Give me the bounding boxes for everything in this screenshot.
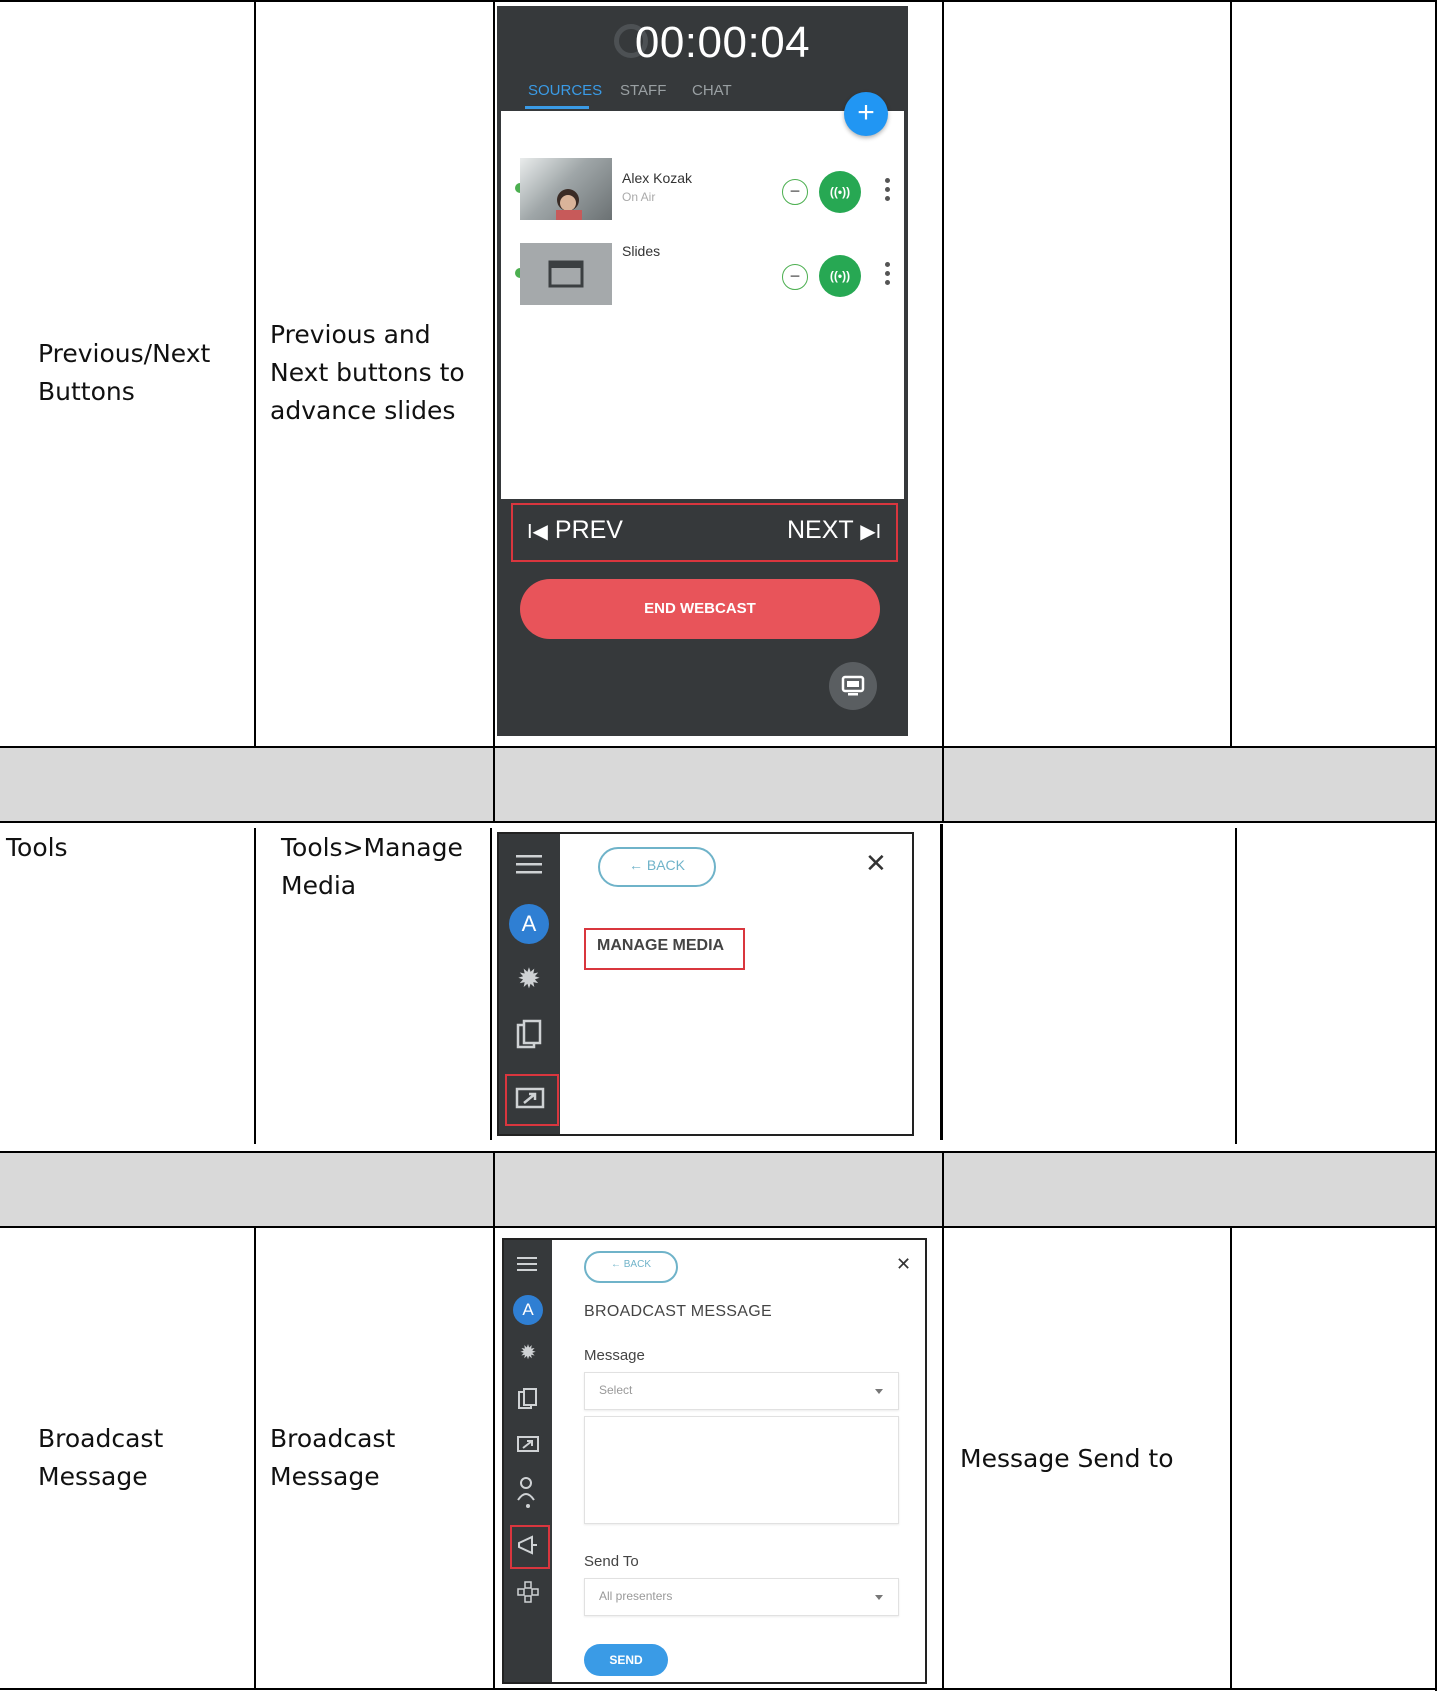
col-line (493, 1226, 495, 1690)
col-line (940, 824, 943, 1140)
col-line (493, 0, 495, 747)
webcast-timer: 00:00:04 (634, 18, 811, 67)
more-options-icon[interactable] (885, 262, 891, 289)
menu-icon[interactable] (516, 1255, 540, 1273)
row3-send-to: Message Send to (960, 1444, 1174, 1473)
next-label: NEXT (787, 516, 854, 544)
camera-thumbnail (520, 158, 612, 220)
tools-sidebar: A ✹ (499, 834, 560, 1134)
tab-sources[interactable]: SOURCES (528, 82, 602, 99)
message-select-placeholder: Select (599, 1383, 633, 1397)
source-name: Alex Kozak (622, 170, 693, 186)
next-icon: ▶I (860, 521, 882, 543)
col-line (493, 1152, 495, 1228)
row-line (0, 1226, 1437, 1228)
layout-icon[interactable] (516, 1580, 540, 1604)
remove-source-button[interactable]: − (782, 264, 808, 290)
screen-share-button[interactable] (829, 662, 877, 710)
message-label: Message (584, 1347, 645, 1364)
end-webcast-button[interactable]: END WEBCAST (520, 579, 880, 639)
broadcast-message-screenshot: A ✹ ← BACK ✕ BROADCAST MESSAGE Message S… (502, 1238, 927, 1684)
col-line (254, 0, 256, 747)
remove-source-button[interactable]: − (782, 179, 808, 205)
gear-icon[interactable]: ✹ (514, 1340, 542, 1364)
source-status: On Air (622, 190, 656, 204)
avatar[interactable]: A (509, 904, 549, 944)
presenter-image (556, 189, 582, 220)
back-button[interactable]: ← BACK (598, 847, 716, 887)
col-line (1235, 828, 1237, 1144)
row-line (0, 821, 1437, 823)
col-line (942, 1152, 944, 1228)
on-air-toggle[interactable]: ((•)) (819, 255, 861, 297)
prev-label: PREV (554, 516, 623, 544)
col-line (254, 1226, 256, 1690)
col-line (490, 828, 492, 1140)
separator-row-1 (0, 747, 1435, 821)
next-button[interactable]: NEXT ▶I (787, 516, 881, 545)
presenter-icon[interactable] (516, 1476, 540, 1510)
manage-media-screenshot: A ✹ ← BACK ✕ MANAGE MEDIA (497, 832, 914, 1136)
table-border-top (0, 0, 1437, 2)
tools-sidebar: A ✹ (504, 1240, 552, 1682)
send-to-label: Send To (584, 1553, 639, 1570)
row3-description: Broadcast Message (270, 1424, 396, 1491)
col-line (942, 1226, 944, 1690)
col-line (942, 0, 944, 747)
monitor-icon (841, 675, 865, 696)
row-line (0, 1151, 1437, 1153)
chevron-down-icon (875, 1389, 883, 1394)
separator-row-2 (0, 1152, 1435, 1226)
prev-icon: I◀ (527, 521, 548, 543)
slide-icon (548, 260, 584, 288)
media-icon[interactable] (515, 1087, 545, 1111)
active-tab-indicator (525, 106, 589, 109)
avatar[interactable]: A (513, 1295, 543, 1325)
megaphone-icon[interactable] (516, 1535, 540, 1555)
row3-name: Broadcast Message (38, 1424, 164, 1491)
media-icon[interactable] (516, 1435, 540, 1455)
menu-icon[interactable] (514, 852, 544, 876)
tab-staff[interactable]: STAFF (620, 82, 666, 99)
source-name: Slides (622, 243, 661, 259)
table-border-bottom (0, 1688, 1437, 1690)
gear-icon[interactable]: ✹ (511, 962, 547, 995)
clipboard-icon[interactable] (516, 1387, 540, 1411)
back-button[interactable]: ← BACK (584, 1251, 678, 1283)
row2-name: Tools (6, 833, 68, 862)
broadcast-title: BROADCAST MESSAGE (584, 1303, 772, 1320)
prev-button[interactable]: I◀ PREV (527, 516, 623, 545)
chevron-down-icon (875, 1595, 883, 1600)
row-line (0, 746, 1437, 748)
tab-chat[interactable]: CHAT (692, 82, 732, 99)
col-line (493, 747, 495, 823)
col-line (254, 828, 256, 1144)
message-textarea[interactable] (584, 1416, 899, 1524)
message-select[interactable]: Select (584, 1372, 899, 1410)
col-line (1230, 0, 1232, 747)
row1-name: Previous/Next Buttons (38, 339, 211, 406)
row2-description: Tools>Manage Media (281, 833, 463, 900)
send-to-select[interactable]: All presenters (584, 1578, 899, 1616)
close-icon[interactable]: ✕ (896, 1254, 911, 1275)
manage-media-title: MANAGE MEDIA (597, 937, 725, 954)
send-button[interactable]: SEND (584, 1644, 668, 1676)
webcast-phone-screenshot: 00:00:04 SOURCES STAFF CHAT + Alex Kozak… (497, 6, 908, 736)
col-line (942, 747, 944, 823)
close-icon[interactable]: ✕ (865, 849, 887, 879)
send-to-value: All presenters (599, 1589, 673, 1603)
clipboard-icon[interactable] (514, 1019, 544, 1051)
col-line (1230, 1226, 1232, 1690)
row1-description: Previous and Next buttons to advance sli… (270, 320, 465, 425)
add-source-button[interactable]: + (844, 92, 888, 136)
slides-thumbnail (520, 243, 612, 305)
on-air-toggle[interactable]: ((•)) (819, 171, 861, 213)
more-options-icon[interactable] (885, 178, 891, 205)
